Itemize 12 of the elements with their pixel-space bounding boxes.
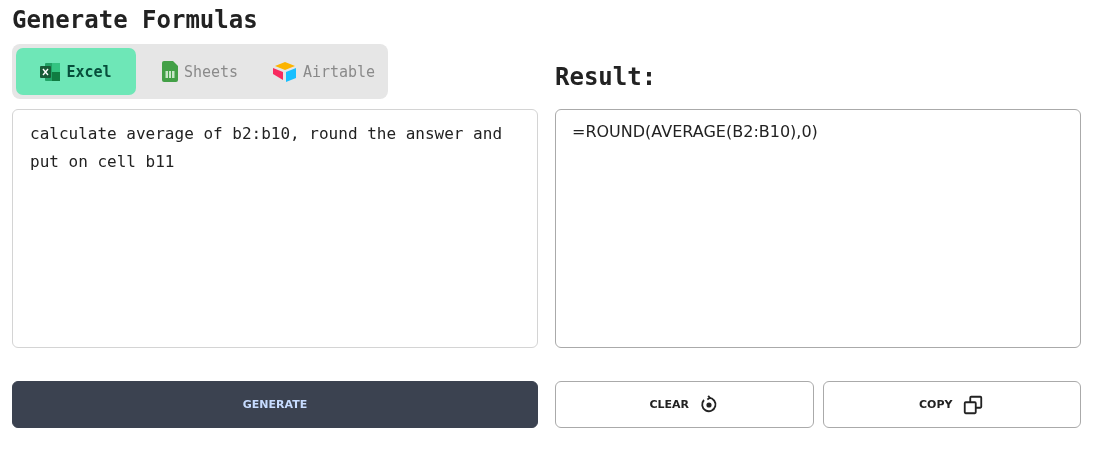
result-output: =ROUND(AVERAGE(B2:B10),0)	[555, 109, 1081, 348]
clear-button[interactable]: CLEAR	[555, 381, 814, 428]
cube-icon	[272, 61, 297, 82]
result-label: Result:	[555, 63, 658, 91]
tab[interactable]: Excel	[16, 48, 136, 95]
spreadsheet-icon	[40, 62, 61, 81]
copy-icon	[962, 393, 985, 416]
page-title: Generate Formulas	[12, 6, 259, 34]
generate-button[interactable]: GENERATE	[12, 381, 538, 428]
document-icon	[161, 61, 178, 82]
copy-button[interactable]: COPY	[822, 381, 1081, 428]
prompt-field[interactable]: calculate average of b2:b10, round the answer and put on cell b11	[12, 109, 538, 348]
